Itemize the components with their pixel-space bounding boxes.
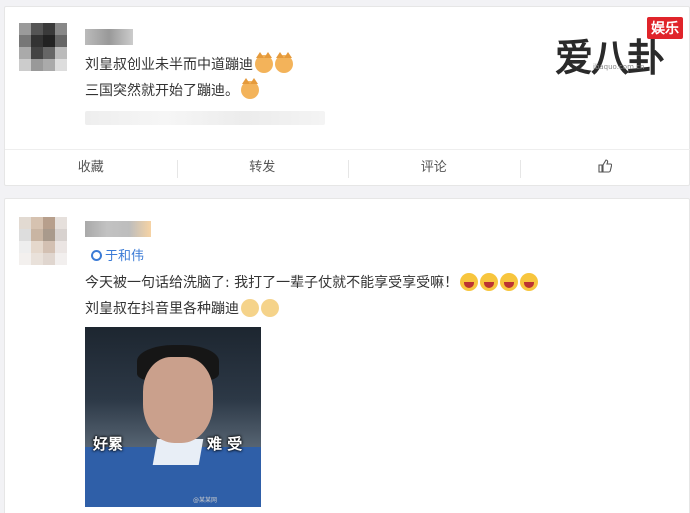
laugh-emoji-icon [480,273,499,291]
action-bar: 收藏 转发 评论 [5,149,690,187]
laugh-emoji-icon [500,273,519,291]
logo-badge: 娱乐 [647,17,683,39]
doge-emoji-icon [241,299,259,317]
laugh-emoji-icon [520,273,539,291]
post-text-line-2: 三国突然就开始了蹦迪。 [85,78,259,101]
cat-emoji-icon [275,52,293,73]
post-card-1: 刘皇叔创业未半而中道蹦迪 三国突然就开始了蹦迪。 爱八卦 娱乐 ibaquo.c… [4,6,690,186]
laugh-emoji-icon [460,273,479,291]
cat-emoji-icon [255,52,273,73]
username-blurred[interactable] [85,29,133,45]
post-text-line-1: 今天被一句话给洗脑了: 我打了一辈子仗就不能享受享受嘛！ [85,273,539,293]
thumbs-up-icon [598,159,613,173]
image-caption-right: 难 受 [207,435,243,453]
comment-button[interactable]: 评论 [348,150,520,187]
image-caption-left: 好累 [93,435,124,453]
avatar[interactable] [19,23,69,73]
blurred-text [85,111,325,125]
post-text-line-1: 刘皇叔创业未半而中道蹦迪 [85,52,293,75]
post-text-line-2: 刘皇叔在抖音里各种蹦迪 [85,299,279,319]
repost-button[interactable]: 转发 [176,150,349,187]
username-blurred[interactable] [85,221,151,237]
mention-link[interactable]: 于和伟 [91,245,144,264]
doge-emoji-icon [261,299,279,317]
image-watermark: @某某网 [193,497,218,504]
post-image[interactable]: 好累 难 受 @某某网 [85,327,261,507]
cat-emoji-icon [241,78,259,99]
site-logo: 爱八卦 娱乐 ibaquo.com.cn [553,13,687,80]
like-button[interactable] [519,150,690,187]
avatar[interactable] [19,217,69,267]
collect-button[interactable]: 收藏 [5,150,177,187]
location-icon [91,250,102,261]
post-card-2: 于和伟 今天被一句话给洗脑了: 我打了一辈子仗就不能享受享受嘛！ 刘皇叔在抖音里… [4,198,690,513]
